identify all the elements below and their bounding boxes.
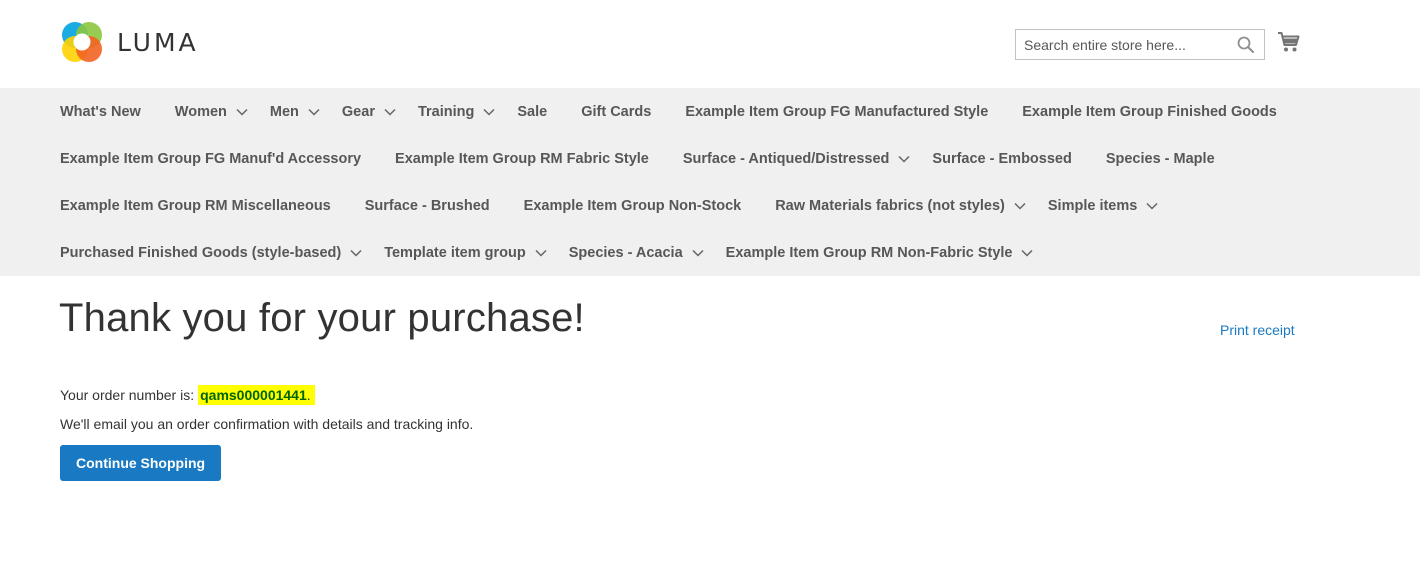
order-number-label: Your order number is:	[60, 387, 195, 403]
nav-row: Purchased Finished Goods (style-based) Te…	[60, 229, 1055, 276]
chevron-down-icon[interactable]	[898, 155, 910, 163]
header: LUMA	[0, 0, 1420, 88]
store-logo[interactable]: LUMA	[59, 19, 199, 65]
nav-item[interactable]: What's New	[60, 104, 141, 120]
nav-row: What's New Women Men Gear Training Sale Gift C…	[60, 88, 1311, 135]
nav-item[interactable]: Surface - Brushed	[365, 198, 490, 214]
chevron-down-icon[interactable]	[384, 108, 396, 116]
search-input[interactable]	[1016, 30, 1234, 59]
search-icon[interactable]	[1237, 36, 1254, 53]
main-navigation: What's New Women Men Gear Training Sale Gift C…	[0, 88, 1420, 276]
nav-item-label: Example Item Group RM Miscellaneous	[60, 197, 331, 214]
nav-item-label: Surface - Antiqued/Distressed	[682, 150, 890, 167]
nav-item-label: Species - Maple	[1105, 150, 1215, 167]
nav-item-label: Purchased Finished Goods (style-based)	[60, 244, 342, 261]
nav-item-label: Simple items	[1047, 197, 1138, 214]
nav-item-label: Sale	[517, 103, 548, 120]
continue-shopping-button[interactable]: Continue Shopping	[60, 445, 222, 481]
chevron-down-icon[interactable]	[308, 108, 320, 116]
nav-item-label: Example Item Group Non-Stock	[523, 197, 742, 214]
nav-item[interactable]: Raw Materials fabrics (not styles)	[775, 198, 1026, 214]
nav-item[interactable]: Example Item Group RM Miscellaneous	[60, 198, 331, 214]
order-number-link[interactable]: qams000001441	[200, 387, 307, 403]
chevron-down-icon[interactable]	[1014, 202, 1026, 210]
nav-item[interactable]: Gear	[342, 104, 396, 120]
nav-item-label: Gear	[341, 103, 375, 120]
nav-item-label: Example Item Group RM Fabric Style	[395, 150, 649, 167]
nav-item[interactable]: Example Item Group RM Fabric Style	[395, 151, 649, 167]
chevron-down-icon[interactable]	[1021, 249, 1034, 257]
nav-item-label: Training	[417, 103, 475, 120]
nav-item-label: What's New	[60, 103, 141, 120]
nav-item[interactable]: Purchased Finished Goods (style-based)	[60, 245, 362, 261]
order-number-highlight: qams000001441.	[198, 385, 315, 405]
logo-text: LUMA	[117, 27, 199, 57]
confirmation-message: We'll email you an order confirmation wi…	[60, 416, 474, 432]
nav-item[interactable]: Template item group	[384, 245, 547, 261]
nav-item-label: Raw Materials fabrics (not styles)	[775, 197, 1005, 214]
nav-item[interactable]: Gift Cards	[581, 104, 651, 120]
nav-item-label: Example Item Group Finished Goods	[1022, 103, 1277, 120]
nav-item-label: Gift Cards	[581, 103, 652, 120]
chevron-down-icon[interactable]	[535, 249, 547, 257]
print-receipt-link[interactable]: Print receipt	[1220, 322, 1295, 338]
nav-item-label: Surface - Brushed	[364, 197, 490, 214]
nav-row: Example Item Group FG Manuf'd Accessory E…	[60, 135, 1249, 182]
nav-item[interactable]: Species - Maple	[1106, 151, 1215, 167]
nav-item[interactable]: Example Item Group RM Non-Fabric Style	[726, 245, 1034, 261]
nav-item[interactable]: Women	[175, 104, 248, 120]
order-number-line: Your order number is: qams000001441.	[60, 385, 315, 405]
nav-item-label: Example Item Group RM Non-Fabric Style	[725, 244, 1013, 261]
cart-icon[interactable]	[1277, 31, 1300, 53]
nav-item-label: Example Item Group FG Manuf'd Accessory	[60, 150, 362, 167]
nav-item[interactable]: Example Item Group Non-Stock	[524, 198, 742, 214]
nav-item-label: Men	[269, 103, 299, 120]
nav-item-label: Women	[174, 103, 227, 120]
page-title: Thank you for your purchase!	[59, 296, 585, 340]
chevron-down-icon[interactable]	[483, 108, 495, 116]
nav-row: Example Item Group RM Miscellaneous Surfa…	[60, 182, 1180, 229]
chevron-down-icon[interactable]	[1146, 202, 1158, 210]
nav-item[interactable]: Training	[418, 104, 495, 120]
nav-item[interactable]: Sale	[517, 104, 547, 120]
nav-item[interactable]: Example Item Group FG Manuf'd Accessory	[60, 151, 361, 167]
nav-item-label: Example Item Group FG Manufactured Style	[685, 103, 989, 120]
nav-item-label: Species - Acacia	[568, 244, 683, 261]
nav-item[interactable]: Example Item Group Finished Goods	[1022, 104, 1277, 120]
nav-item[interactable]: Simple items	[1048, 198, 1158, 214]
chevron-down-icon[interactable]	[236, 108, 248, 116]
nav-item[interactable]: Species - Acacia	[569, 245, 704, 261]
order-number-period: .	[306, 387, 311, 403]
nav-item[interactable]: Surface - Embossed	[932, 151, 1071, 167]
chevron-down-icon[interactable]	[692, 249, 704, 257]
nav-item[interactable]: Example Item Group FG Manufactured Style	[685, 104, 988, 120]
luma-logo-icon	[62, 22, 102, 62]
nav-item[interactable]: Surface - Antiqued/Distressed	[683, 151, 911, 167]
chevron-down-icon[interactable]	[350, 249, 362, 257]
search-box	[1015, 29, 1265, 60]
nav-item-label: Template item group	[384, 244, 526, 261]
nav-item[interactable]: Men	[270, 104, 320, 120]
nav-item-label: Surface - Embossed	[932, 150, 1072, 167]
